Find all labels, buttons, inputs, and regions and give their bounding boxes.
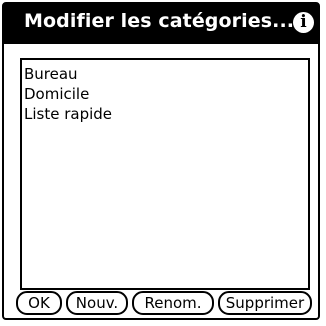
dialog-title: Modifier les catégories... [24, 10, 295, 32]
delete-button[interactable]: Supprimer [218, 291, 312, 315]
category-list[interactable]: Bureau Domicile Liste rapide [20, 58, 310, 290]
list-item-bureau[interactable]: Bureau [24, 64, 306, 84]
list-item-liste-rapide[interactable]: Liste rapide [24, 104, 306, 124]
list-item-domicile[interactable]: Domicile [24, 84, 306, 104]
rename-button[interactable]: Renom. [132, 291, 214, 315]
edit-categories-dialog: Modifier les catégories... i Bureau Domi… [2, 2, 320, 320]
ok-button[interactable]: OK [16, 291, 62, 315]
dialog-title-bar: Modifier les catégories... i [4, 4, 318, 44]
new-button[interactable]: Nouv. [66, 291, 128, 315]
info-icon[interactable]: i [293, 12, 314, 33]
